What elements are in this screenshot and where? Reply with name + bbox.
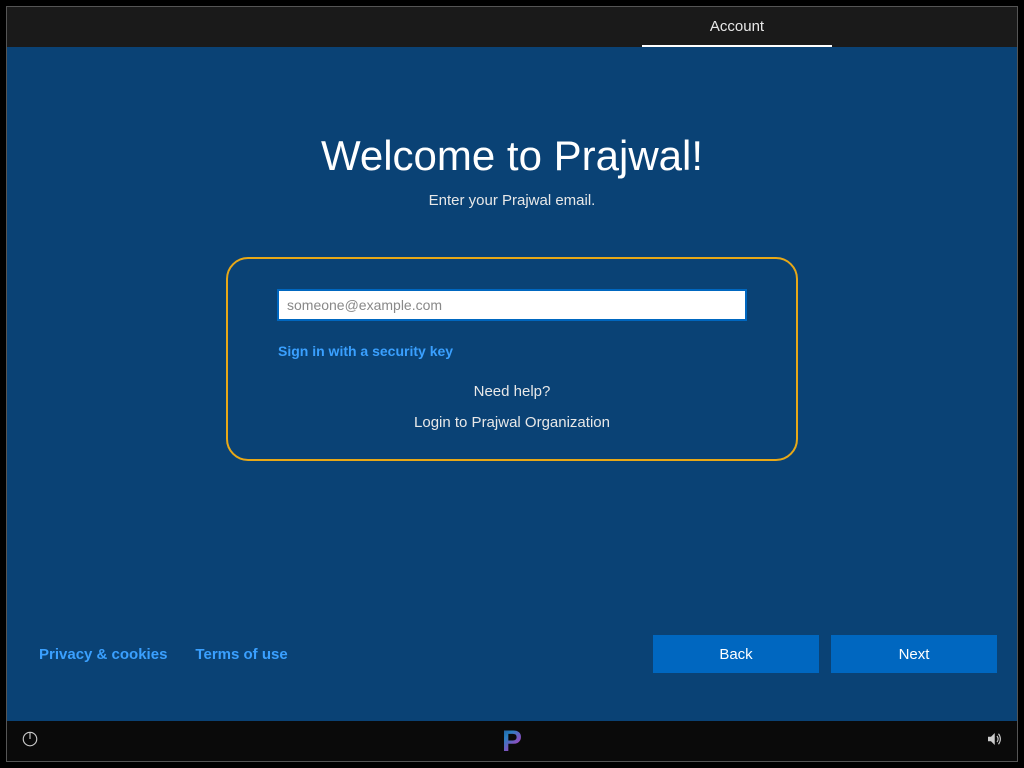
system-tray: P xyxy=(7,721,1017,761)
main-content: Welcome to Prajwal! Enter your Prajwal e… xyxy=(7,47,1017,721)
volume-icon[interactable] xyxy=(985,730,1003,753)
privacy-link[interactable]: Privacy & cookies xyxy=(39,646,167,663)
brand-logo: P xyxy=(502,725,522,759)
nav-buttons: Back Next xyxy=(653,635,997,673)
org-login-link[interactable]: Login to Prajwal Organization xyxy=(414,414,610,431)
security-key-link[interactable]: Sign in with a security key xyxy=(278,343,760,359)
page-subtitle: Enter your Prajwal email. xyxy=(429,192,596,209)
next-button[interactable]: Next xyxy=(831,635,997,673)
terms-link[interactable]: Terms of use xyxy=(195,646,287,663)
power-icon[interactable] xyxy=(21,730,39,753)
footer-links: Privacy & cookies Terms of use xyxy=(39,646,288,663)
back-button[interactable]: Back xyxy=(653,635,819,673)
tab-account-label: Account xyxy=(710,18,764,35)
tab-account[interactable]: Account xyxy=(642,7,832,47)
login-form: Sign in with a security key Need help? L… xyxy=(226,257,798,461)
need-help-link[interactable]: Need help? xyxy=(474,383,551,400)
email-field[interactable] xyxy=(277,289,747,321)
page-title: Welcome to Prajwal! xyxy=(321,132,703,180)
brand-logo-letter: P xyxy=(502,725,522,759)
top-bar: Account xyxy=(7,7,1017,47)
